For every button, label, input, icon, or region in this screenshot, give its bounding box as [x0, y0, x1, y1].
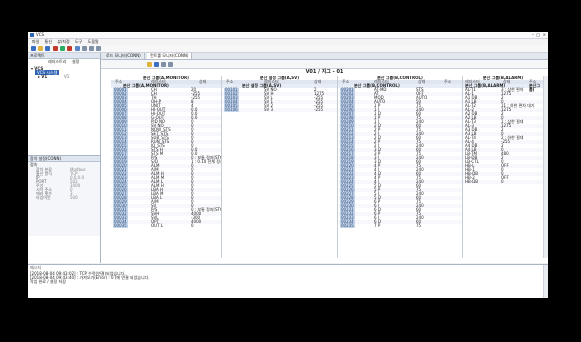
control-rows: 00201 AT-MD STS 00202 AT OFF 00203 MOD AUTO 00204…: [338, 88, 462, 228]
stop-icon[interactable]: [67, 46, 72, 51]
alarm-rows: AL-T1 3 : 상한 편차 AL-1 1275 A1 DB 2 A1 LB 0 AL-T2 1…: [463, 88, 543, 184]
maximize-icon[interactable]: □: [536, 32, 540, 38]
table-row[interactable]: 00106 SV 3 -255: [222, 108, 337, 112]
log-line: 작업 완료 / 설정 저장: [30, 279, 66, 284]
tab-settings[interactable]: 설정: [72, 59, 79, 64]
row-status: -255: [314, 107, 324, 112]
save-icon[interactable]: [45, 46, 50, 51]
alarm-table: 분산 그룹(B,ALARM) 레지스터 상태 주소 분산 그룹(B,ALARM)…: [463, 76, 544, 258]
app-title: VCS: [36, 32, 45, 37]
tree-item-v1-value: V1: [64, 74, 70, 79]
table-row[interactable]: 00235 7 P 75: [338, 224, 462, 228]
monitor-table: 분산 그룹(A,MONITOR) 주소 레지스터 상태 분산 그룹(A,MONI…: [111, 76, 222, 258]
project-panel: 프로젝트 레지스트리 설정 ▾ VCS VCS 시스템 ▸ V1 V1 장치 설…: [28, 53, 101, 263]
project-panel-title: 프로젝트: [30, 53, 45, 58]
connect-icon[interactable]: [53, 46, 58, 51]
log-scrollbar[interactable]: [543, 265, 548, 298]
log-title: 메시지: [30, 265, 42, 270]
refresh-icon[interactable]: [75, 46, 80, 51]
title-bar: VCS – □ ×: [28, 32, 548, 39]
settings-icon[interactable]: [82, 46, 87, 51]
settings-table: 분산 설정 그룹(A,SV) 주소 레지스터 상태 분산 설정 그룹(A,SV)…: [222, 76, 338, 258]
properties-title: 장치 설정(CONN): [30, 156, 62, 161]
log-panel: 메시지 [2018-08-04 09:43:02] : TCP 수락(연결)되었…: [28, 264, 548, 298]
app-logo-icon: [30, 33, 34, 37]
new-icon[interactable]: [31, 46, 36, 51]
open-icon[interactable]: [38, 46, 43, 51]
save-view-icon[interactable]: [154, 62, 159, 67]
print-icon[interactable]: [89, 46, 94, 51]
zoom-in-icon[interactable]: [161, 62, 166, 67]
table-row[interactable]: 00035 OUT L 0: [111, 224, 221, 228]
row-status: 0: [501, 179, 504, 184]
folder-icon[interactable]: [147, 62, 152, 67]
tab-registry[interactable]: 레지스트리: [48, 59, 66, 64]
row-address: 00035: [113, 223, 128, 228]
app-window: VCS – □ × 파일 통신 뷰/지정 도구 도움말 프로젝트 레지스트리 설…: [28, 32, 548, 298]
main-area: 로드 모니터(CONN) 컨트롤 모니터(CONN) V01 / 지그 - 01…: [101, 53, 548, 263]
minimize-icon[interactable]: –: [532, 32, 534, 38]
row-status: 75: [416, 223, 422, 228]
properties-panel: 장치 설정(CONN) 접속 장치 분류 Modbus 통신 방식 TCP IP 0.…: [28, 155, 100, 236]
close-icon[interactable]: ×: [543, 32, 546, 38]
grid-icon[interactable]: [96, 46, 101, 51]
view-toolbar: [101, 60, 548, 69]
table-row[interactable]: HB-DB 0: [463, 180, 543, 184]
row-register: 7 P: [374, 223, 381, 228]
settings-rows: 00101 SV NO 2 00102 SV H 1275 00103 SV L -255 001…: [222, 88, 337, 112]
row-register: HB-DB: [465, 179, 479, 184]
control-table: 분산 그룹(B,CONTROL) 주소 레지스터 상태 주소 분산 그룹(B,C…: [338, 76, 463, 258]
main-toolbar: [28, 45, 548, 53]
row-register: SV 3: [264, 107, 274, 112]
tab-load-monitor[interactable]: 로드 모니터(CONN): [103, 53, 145, 59]
row-address: 00235: [340, 223, 355, 228]
monitor-rows: 00001 CH 20 00002 CH -255 00003 TH -255 00004 OH-P…: [111, 88, 221, 228]
row-address: 00106: [224, 107, 239, 112]
vertical-scrollbar[interactable]: [543, 76, 548, 258]
properties-header: 장치 설정(CONN): [28, 156, 100, 162]
row-status: 0: [191, 223, 194, 228]
tree-item-v1[interactable]: ▸ V1: [38, 74, 47, 79]
row-register: OUT L: [151, 223, 164, 228]
start-icon[interactable]: [60, 46, 65, 51]
tab-control-monitor[interactable]: 컨트롤 모니터(CONN): [147, 53, 193, 59]
document-tabs: 로드 모니터(CONN) 컨트롤 모니터(CONN): [101, 53, 548, 60]
zoom-out-icon[interactable]: [168, 62, 173, 67]
prop-row[interactable]: 타임아웃 500: [30, 196, 98, 200]
view-title: V01 / 지그 - 01: [101, 69, 548, 76]
